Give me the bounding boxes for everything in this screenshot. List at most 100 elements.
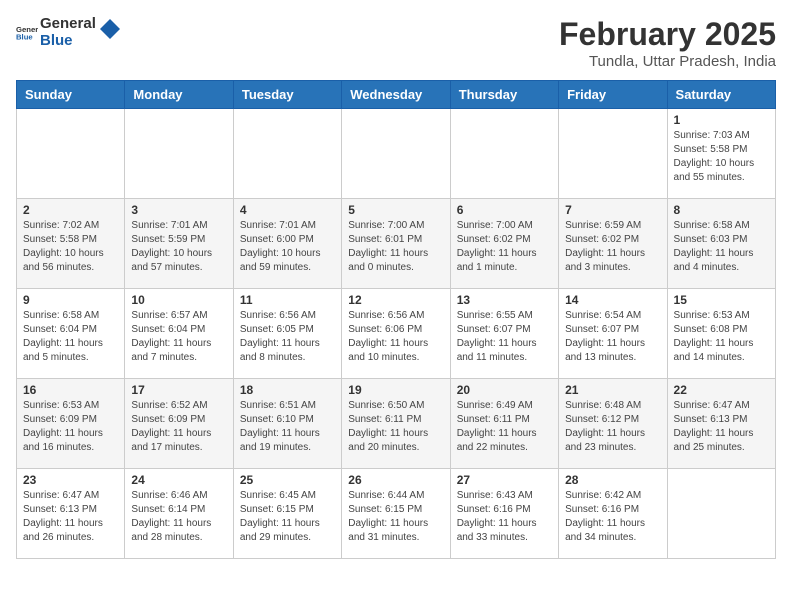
day-number: 26 — [348, 473, 443, 487]
day-info: Sunrise: 6:46 AM Sunset: 6:14 PM Dayligh… — [131, 489, 226, 545]
calendar-cell: 14 Sunrise: 6:54 AM Sunset: 6:07 PM Dayli… — [559, 289, 667, 379]
calendar-cell: 22 Sunrise: 6:47 AM Sunset: 6:13 PM Dayli… — [667, 379, 775, 469]
day-number: 27 — [457, 473, 552, 487]
calendar-cell: 13 Sunrise: 6:55 AM Sunset: 6:07 PM Dayli… — [450, 289, 558, 379]
day-number: 23 — [23, 473, 118, 487]
calendar-cell: 20 Sunrise: 6:49 AM Sunset: 6:11 PM Dayli… — [450, 379, 558, 469]
weekday-header-friday: Friday — [559, 81, 667, 109]
day-number: 19 — [348, 383, 443, 397]
calendar-cell — [125, 109, 233, 199]
calendar-week-row: 9Sunrise: 6:58 AM Sunset: 6:04 PM Daylig… — [17, 289, 776, 379]
calendar-cell: 2Sunrise: 7:02 AM Sunset: 5:58 PM Daylig… — [17, 199, 125, 289]
title-block: February 2025 Tundla, Uttar Pradesh, Ind… — [559, 16, 776, 70]
weekday-header-tuesday: Tuesday — [233, 81, 341, 109]
calendar-cell: 4Sunrise: 7:01 AM Sunset: 6:00 PM Daylig… — [233, 199, 341, 289]
day-info: Sunrise: 6:53 AM Sunset: 6:09 PM Dayligh… — [23, 399, 118, 455]
calendar-cell: 27Sunrise: 6:43 AM Sunset: 6:16 PM Dayli… — [450, 469, 558, 559]
day-number: 7 — [565, 203, 660, 217]
calendar-cell: 3Sunrise: 7:01 AM Sunset: 5:59 PM Daylig… — [125, 199, 233, 289]
calendar-cell: 19 Sunrise: 6:50 AM Sunset: 6:11 PM Dayli… — [342, 379, 450, 469]
day-info: Sunrise: 6:59 AM Sunset: 6:02 PM Dayligh… — [565, 219, 660, 275]
calendar-week-row: 1 Sunrise: 7:03 AM Sunset: 5:58 PM Daylig… — [17, 109, 776, 199]
day-info: Sunrise: 6:58 AM Sunset: 6:03 PM Dayligh… — [674, 219, 769, 275]
day-info: Sunrise: 6:48 AM Sunset: 6:12 PM Dayligh… — [565, 399, 660, 455]
day-info: Sunrise: 6:58 AM Sunset: 6:04 PM Dayligh… — [23, 309, 118, 365]
logo-flag-icon — [100, 19, 120, 47]
day-number: 13 — [457, 293, 552, 307]
day-number: 14 — [565, 293, 660, 307]
day-info: Sunrise: 6:52 AM Sunset: 6:09 PM Dayligh… — [131, 399, 226, 455]
day-info: Sunrise: 6:47 AM Sunset: 6:13 PM Dayligh… — [674, 399, 769, 455]
weekday-header-saturday: Saturday — [667, 81, 775, 109]
calendar-cell — [233, 109, 341, 199]
day-info: Sunrise: 7:00 AM Sunset: 6:01 PM Dayligh… — [348, 219, 443, 275]
day-number: 4 — [240, 203, 335, 217]
day-info: Sunrise: 6:53 AM Sunset: 6:08 PM Dayligh… — [674, 309, 769, 365]
calendar-cell: 23 Sunrise: 6:47 AM Sunset: 6:13 PM Dayli… — [17, 469, 125, 559]
day-number: 17 — [131, 383, 226, 397]
calendar-cell: 24 Sunrise: 6:46 AM Sunset: 6:14 PM Dayli… — [125, 469, 233, 559]
calendar-cell: 18Sunrise: 6:51 AM Sunset: 6:10 PM Dayli… — [233, 379, 341, 469]
day-info: Sunrise: 6:55 AM Sunset: 6:07 PM Dayligh… — [457, 309, 552, 365]
calendar-cell: 11Sunrise: 6:56 AM Sunset: 6:05 PM Dayli… — [233, 289, 341, 379]
calendar-cell: 21 Sunrise: 6:48 AM Sunset: 6:12 PM Dayli… — [559, 379, 667, 469]
day-number: 18 — [240, 383, 335, 397]
day-number: 11 — [240, 293, 335, 307]
weekday-header-thursday: Thursday — [450, 81, 558, 109]
calendar-cell: 12 Sunrise: 6:56 AM Sunset: 6:06 PM Dayli… — [342, 289, 450, 379]
day-number: 10 — [131, 293, 226, 307]
svg-text:Blue: Blue — [16, 32, 33, 41]
calendar-cell: 25 Sunrise: 6:45 AM Sunset: 6:15 PM Dayli… — [233, 469, 341, 559]
day-info: Sunrise: 6:49 AM Sunset: 6:11 PM Dayligh… — [457, 399, 552, 455]
calendar-cell — [559, 109, 667, 199]
day-number: 20 — [457, 383, 552, 397]
month-year-title: February 2025 — [559, 16, 776, 53]
day-info: Sunrise: 7:02 AM Sunset: 5:58 PM Dayligh… — [23, 219, 118, 275]
day-number: 21 — [565, 383, 660, 397]
day-number: 8 — [674, 203, 769, 217]
day-info: Sunrise: 6:47 AM Sunset: 6:13 PM Dayligh… — [23, 489, 118, 545]
calendar-cell: 1 Sunrise: 7:03 AM Sunset: 5:58 PM Daylig… — [667, 109, 775, 199]
day-number: 15 — [674, 293, 769, 307]
day-number: 16 — [23, 383, 118, 397]
weekday-header-sunday: Sunday — [17, 81, 125, 109]
calendar-cell: 16 Sunrise: 6:53 AM Sunset: 6:09 PM Dayli… — [17, 379, 125, 469]
day-number: 25 — [240, 473, 335, 487]
calendar-header-row: SundayMondayTuesdayWednesdayThursdayFrid… — [17, 81, 776, 109]
day-number: 22 — [674, 383, 769, 397]
day-number: 6 — [457, 203, 552, 217]
calendar-cell: 15 Sunrise: 6:53 AM Sunset: 6:08 PM Dayli… — [667, 289, 775, 379]
day-info: Sunrise: 6:50 AM Sunset: 6:11 PM Dayligh… — [348, 399, 443, 455]
calendar-cell — [450, 109, 558, 199]
calendar-cell: 8 Sunrise: 6:58 AM Sunset: 6:03 PM Daylig… — [667, 199, 775, 289]
calendar-cell: 10Sunrise: 6:57 AM Sunset: 6:04 PM Dayli… — [125, 289, 233, 379]
day-number: 28 — [565, 473, 660, 487]
day-number: 5 — [348, 203, 443, 217]
calendar-cell: 9Sunrise: 6:58 AM Sunset: 6:04 PM Daylig… — [17, 289, 125, 379]
day-info: Sunrise: 6:54 AM Sunset: 6:07 PM Dayligh… — [565, 309, 660, 365]
calendar-cell — [342, 109, 450, 199]
day-number: 1 — [674, 113, 769, 127]
day-info: Sunrise: 6:56 AM Sunset: 6:06 PM Dayligh… — [348, 309, 443, 365]
calendar-week-row: 16 Sunrise: 6:53 AM Sunset: 6:09 PM Dayli… — [17, 379, 776, 469]
calendar-cell: 26Sunrise: 6:44 AM Sunset: 6:15 PM Dayli… — [342, 469, 450, 559]
logo-blue-text: Blue — [40, 33, 96, 50]
calendar-cell — [17, 109, 125, 199]
calendar-table: SundayMondayTuesdayWednesdayThursdayFrid… — [16, 80, 776, 559]
day-info: Sunrise: 6:45 AM Sunset: 6:15 PM Dayligh… — [240, 489, 335, 545]
day-info: Sunrise: 7:00 AM Sunset: 6:02 PM Dayligh… — [457, 219, 552, 275]
location-subtitle: Tundla, Uttar Pradesh, India — [559, 53, 776, 70]
logo: General Blue General Blue — [16, 16, 120, 49]
logo-icon: General Blue — [16, 22, 38, 44]
day-info: Sunrise: 6:42 AM Sunset: 6:16 PM Dayligh… — [565, 489, 660, 545]
day-info: Sunrise: 7:03 AM Sunset: 5:58 PM Dayligh… — [674, 129, 769, 185]
day-number: 24 — [131, 473, 226, 487]
weekday-header-monday: Monday — [125, 81, 233, 109]
day-number: 3 — [131, 203, 226, 217]
page-header: General Blue General Blue February 2025 … — [16, 16, 776, 70]
day-number: 12 — [348, 293, 443, 307]
calendar-cell: 28 Sunrise: 6:42 AM Sunset: 6:16 PM Dayli… — [559, 469, 667, 559]
calendar-cell: 6 Sunrise: 7:00 AM Sunset: 6:02 PM Daylig… — [450, 199, 558, 289]
weekday-header-wednesday: Wednesday — [342, 81, 450, 109]
calendar-cell — [667, 469, 775, 559]
